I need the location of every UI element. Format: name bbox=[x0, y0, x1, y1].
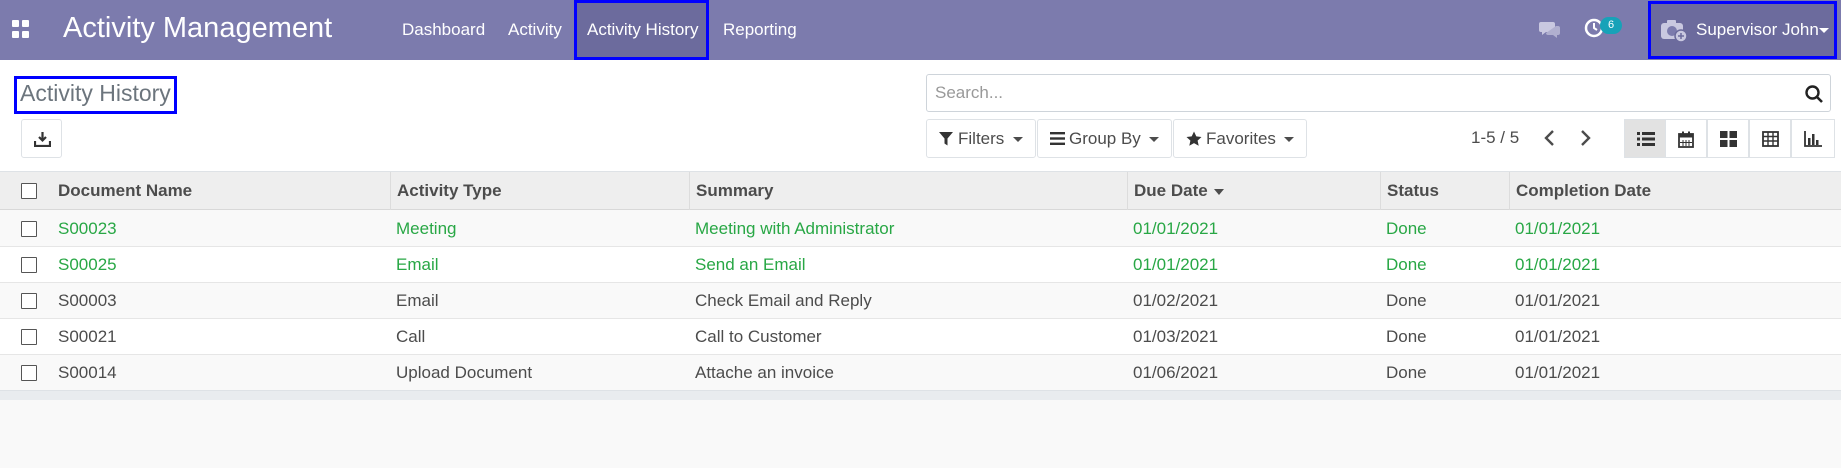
cell-document-name: S00025 bbox=[58, 255, 117, 274]
cell-activity-type: Meeting bbox=[396, 219, 457, 238]
search-icon[interactable] bbox=[1804, 84, 1824, 104]
cell-document-name: S00014 bbox=[58, 363, 117, 382]
cell-summary: Send an Email bbox=[695, 255, 806, 274]
table-footer bbox=[0, 390, 1841, 400]
table-row[interactable]: S00003 Email Check Email and Reply 01/02/20… bbox=[0, 283, 1841, 319]
cell-activity-type: Call bbox=[396, 327, 426, 346]
column-activity-type[interactable]: Activity Type bbox=[390, 172, 690, 210]
column-status[interactable]: Status bbox=[1380, 172, 1510, 210]
cell-due-date: 01/02/2021 bbox=[1133, 291, 1219, 310]
cell-status: Done bbox=[1386, 363, 1427, 382]
cell-activity-type: Upload Document bbox=[396, 363, 533, 382]
pivot-icon bbox=[1762, 131, 1779, 147]
table-row[interactable]: S00014 Upload Document Attache an invoice 0… bbox=[0, 355, 1841, 391]
group-by-label: Group By bbox=[1069, 129, 1141, 148]
table-row[interactable]: S00023 Meeting Meeting with Administrator 0… bbox=[0, 211, 1841, 247]
select-all-checkbox[interactable] bbox=[21, 183, 37, 199]
column-due-date[interactable]: Due Date bbox=[1127, 172, 1381, 210]
group-by-button[interactable]: Group By bbox=[1037, 119, 1172, 158]
chevron-down-icon bbox=[1013, 137, 1023, 142]
view-switcher bbox=[1624, 119, 1835, 158]
cell-status: Done bbox=[1386, 219, 1427, 238]
cell-due-date: 01/06/2021 bbox=[1133, 363, 1219, 382]
cell-completion-date: 01/01/2021 bbox=[1515, 219, 1601, 238]
chat-icon[interactable] bbox=[1539, 20, 1561, 38]
cell-document-name: S00003 bbox=[58, 291, 117, 310]
activity-count-badge: 6 bbox=[1600, 17, 1622, 34]
chevron-right-icon[interactable] bbox=[1575, 128, 1595, 148]
app-brand[interactable]: Activity Management bbox=[63, 12, 332, 45]
cell-status: Done bbox=[1386, 291, 1427, 310]
cell-summary: Meeting with Administrator bbox=[695, 219, 895, 238]
menu-reporting[interactable]: Reporting bbox=[710, 0, 810, 60]
chevron-down-icon bbox=[1149, 137, 1159, 142]
row-checkbox[interactable] bbox=[21, 293, 37, 309]
graph-icon bbox=[1804, 131, 1822, 147]
page-title: Activity History bbox=[14, 76, 177, 114]
column-completion-date[interactable]: Completion Date bbox=[1509, 172, 1841, 210]
apps-menu-icon[interactable] bbox=[12, 20, 30, 38]
cell-completion-date: 01/01/2021 bbox=[1515, 327, 1601, 346]
cell-document-name: S00023 bbox=[58, 219, 117, 238]
favorites-button[interactable]: Favorites bbox=[1173, 119, 1307, 158]
user-menu[interactable]: Supervisor John bbox=[1648, 1, 1837, 59]
download-button[interactable] bbox=[21, 119, 62, 158]
cell-summary: Call to Customer bbox=[695, 327, 822, 346]
chevron-down-icon bbox=[1284, 137, 1294, 142]
download-icon bbox=[34, 132, 51, 147]
menu-activity[interactable]: Activity bbox=[495, 0, 575, 60]
cell-document-name: S00021 bbox=[58, 327, 117, 346]
column-document-name[interactable]: Document Name bbox=[52, 172, 391, 210]
filters-button[interactable]: Filters bbox=[926, 119, 1036, 158]
star-icon bbox=[1186, 131, 1202, 146]
filter-icon bbox=[939, 132, 953, 146]
pivot-view-button[interactable] bbox=[1749, 119, 1791, 158]
row-checkbox[interactable] bbox=[21, 329, 37, 345]
cell-completion-date: 01/01/2021 bbox=[1515, 291, 1601, 310]
table-header: Document Name Activity Type Summary Due … bbox=[0, 172, 1841, 210]
column-summary[interactable]: Summary bbox=[689, 172, 1128, 210]
cell-status: Done bbox=[1386, 255, 1427, 274]
cell-completion-date: 01/01/2021 bbox=[1515, 255, 1601, 274]
row-checkbox[interactable] bbox=[21, 365, 37, 381]
cell-status: Done bbox=[1386, 327, 1427, 346]
calendar-view-button[interactable] bbox=[1665, 119, 1707, 158]
control-panel: Activity History Filters Group By bbox=[0, 60, 1841, 172]
chevron-left-icon[interactable] bbox=[1540, 128, 1560, 148]
calendar-icon bbox=[1678, 131, 1694, 148]
search-input[interactable] bbox=[935, 75, 1795, 111]
cell-due-date: 01/01/2021 bbox=[1133, 255, 1219, 274]
user-name: Supervisor John bbox=[1696, 20, 1819, 39]
sort-desc-icon bbox=[1213, 188, 1224, 195]
table-row[interactable]: S00021 Call Call to Customer 01/03/2021 Done… bbox=[0, 319, 1841, 355]
list-view-button[interactable] bbox=[1624, 119, 1666, 158]
menu-activity-history[interactable]: Activity History bbox=[574, 0, 709, 60]
graph-view-button[interactable] bbox=[1791, 119, 1835, 158]
cell-due-date: 01/03/2021 bbox=[1133, 327, 1219, 346]
column-due-date-label: Due Date bbox=[1134, 181, 1208, 200]
cell-summary: Attache an invoice bbox=[695, 363, 834, 382]
cell-activity-type: Email bbox=[396, 255, 439, 274]
pager-value[interactable]: 1-5 / 5 bbox=[1471, 128, 1519, 148]
table-row[interactable]: S00025 Email Send an Email 01/01/2021 Done 01… bbox=[0, 247, 1841, 283]
kanban-icon bbox=[1720, 131, 1737, 147]
filters-label: Filters bbox=[958, 129, 1005, 148]
top-navbar: Activity Management Dashboard Activity A… bbox=[0, 0, 1841, 60]
menu-dashboard[interactable]: Dashboard bbox=[389, 0, 498, 60]
list-icon bbox=[1637, 132, 1655, 146]
row-checkbox[interactable] bbox=[21, 221, 37, 237]
cell-activity-type: Email bbox=[396, 291, 439, 310]
favorites-label: Favorites bbox=[1206, 129, 1276, 148]
bars-icon bbox=[1050, 132, 1065, 145]
cell-summary: Check Email and Reply bbox=[695, 291, 872, 310]
avatar-icon bbox=[1661, 20, 1688, 43]
search-box[interactable] bbox=[926, 74, 1831, 112]
cell-due-date: 01/01/2021 bbox=[1133, 219, 1219, 238]
cell-completion-date: 01/01/2021 bbox=[1515, 363, 1601, 382]
chevron-down-icon bbox=[1819, 28, 1829, 33]
kanban-view-button[interactable] bbox=[1707, 119, 1749, 158]
row-checkbox[interactable] bbox=[21, 257, 37, 273]
